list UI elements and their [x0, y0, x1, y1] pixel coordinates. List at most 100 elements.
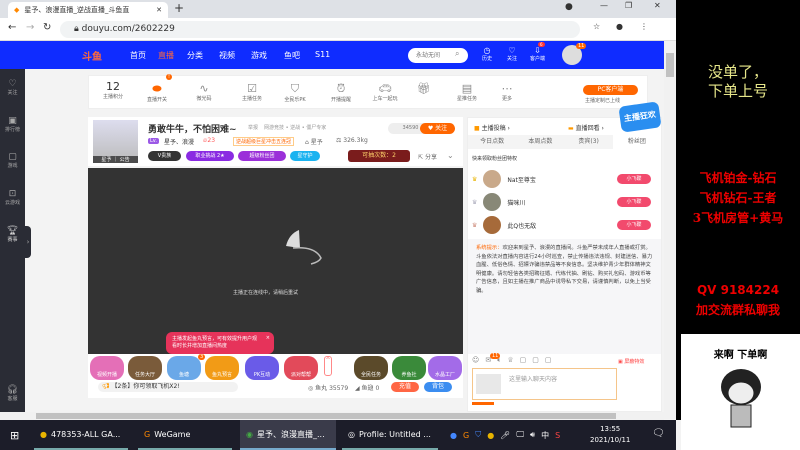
taskbar-app-obs[interactable]: ◎ Profile: Untitled ... — [342, 420, 438, 450]
challenge-badge[interactable]: 职业挑战 2★ — [186, 151, 234, 161]
scrollbar-thumb[interactable] — [666, 53, 674, 77]
lottery-chances[interactable]: 可抽次数：2 — [348, 150, 410, 162]
restore-icon[interactable]: ❐ — [625, 1, 632, 10]
tray-app-icon[interactable]: ● — [450, 431, 457, 440]
nav-category[interactable]: 分类 — [187, 50, 203, 61]
network-icon[interactable]: 🖵︎ — [516, 430, 524, 440]
rank-row[interactable]: ♛ 此Q也无敌 小飞碟 — [472, 214, 657, 236]
back-icon[interactable]: ← — [8, 22, 16, 33]
sidebar-item-games[interactable]: ▢ 游戏 — [0, 152, 25, 169]
streamer-posts-link[interactable]: ■ 主播投稿 › — [474, 123, 510, 132]
volume-icon[interactable]: 🔊︎ — [530, 430, 535, 440]
tray-shield-icon[interactable]: ⛉ — [475, 430, 481, 440]
chat-input[interactable]: 这里输入聊天内容 — [509, 374, 557, 383]
super-fan-badge[interactable]: 超级粉丝团 — [238, 151, 286, 161]
report-link[interactable]: 举报 — [248, 124, 258, 131]
share-button[interactable]: ⇱ 分享 — [418, 152, 437, 161]
nav-yuba[interactable]: 鱼吧 — [284, 50, 300, 61]
new-tab-button[interactable]: + — [174, 1, 184, 15]
expand-icon[interactable]: ⌄ — [447, 151, 454, 160]
gift-party[interactable]: 派对帮帮 — [284, 356, 318, 380]
tool-ride-together[interactable]: 🚗︎ 上车一起玩 — [365, 82, 405, 102]
tool-tasks[interactable]: ☑ 主播任务 — [232, 82, 272, 102]
client-button[interactable]: ⇩ 客户端 — [530, 46, 545, 62]
sidebar-item-ranking[interactable]: ▣ 排行榜 — [0, 116, 25, 133]
taskbar-app-game[interactable]: ● 478353-ALL GA... — [34, 420, 128, 450]
taskbar-app-wegame[interactable]: G WeGame — [138, 420, 232, 450]
gift-all-tasks[interactable]: 全民任务 — [354, 356, 388, 380]
tab-vip[interactable]: 贵宾(3) — [565, 135, 613, 149]
rank-row[interactable]: ♛ Nat至尊宝 小飞碟 — [472, 168, 657, 190]
guard-badge[interactable]: 星守护 — [290, 151, 320, 161]
history-button[interactable]: ◷ 历史 — [482, 46, 492, 62]
gift-prediction[interactable]: 鱼丸预言 — [205, 356, 239, 380]
taskbar-app-chrome[interactable]: ◉ 星予、浪漫直播_... — [240, 420, 336, 450]
gift-pk[interactable]: PK互动 — [245, 356, 279, 380]
backpack-button[interactable]: 背包 — [424, 382, 452, 392]
tray-wegame-icon[interactable]: G — [463, 431, 469, 440]
fan-badge-selector[interactable] — [476, 374, 501, 394]
corner-promo-badge[interactable]: 主播狂欢 — [618, 101, 662, 133]
rank-row[interactable]: ♛ 猫咪川 小飞碟 — [472, 191, 657, 213]
nav-games[interactable]: 游戏 — [251, 50, 267, 61]
nav-home[interactable]: 首页 — [130, 50, 146, 61]
sidebar-item-cloud-games[interactable]: ⊡ 云游戏 — [0, 189, 25, 206]
follow-streamer-button[interactable]: ♥ 关注 — [420, 123, 455, 134]
start-button[interactable]: ⊞ — [4, 420, 25, 450]
tab-fans[interactable]: 粉丝团 — [612, 135, 661, 149]
tab-week[interactable]: 本周点数 — [516, 135, 564, 149]
notifications-icon[interactable]: 🗨︎ — [652, 428, 665, 439]
replay-link[interactable]: ▬ 直播回看 › — [568, 123, 604, 132]
stream-category[interactable]: 网游竞技 • 逆战 • 僵尸专家 — [264, 124, 326, 131]
tool-pk[interactable]: ⛉ 全民乐PK — [275, 82, 315, 103]
video-player[interactable]: 主播正在连线中，请稍后重试 主播发起鱼丸预言，可有效提升用户观看时长并增加直播间… — [88, 168, 463, 354]
gift-task-hall[interactable]: 任务大厅 — [128, 356, 162, 380]
tool-more[interactable]: ⋯ 更多 — [487, 82, 527, 102]
gift-fish-club[interactable]: 养鱼社 — [392, 356, 426, 380]
emoji-icon[interactable]: ☺ — [472, 356, 479, 365]
url-input[interactable]: 🔒︎ douyu.com/2602229 — [60, 21, 580, 38]
forward-icon[interactable]: → — [26, 22, 34, 33]
account-icon[interactable]: ● — [616, 22, 623, 31]
tool-star-tasks[interactable]: ▤ 星推任务 — [447, 82, 487, 102]
block-effects-toggle[interactable]: ▣ 屏蔽特效 — [618, 358, 644, 365]
tool-live-switch[interactable]: ⬬ 直播开关 — [137, 82, 177, 103]
close-window-icon[interactable]: ✕ — [654, 1, 661, 10]
gift-video-live[interactable]: 视频开播 — [90, 356, 124, 380]
square-icon[interactable]: ▢ — [532, 356, 539, 365]
search-icon[interactable]: ⌕ — [455, 49, 459, 59]
broadcast-bar[interactable]: 📢︎ 【2条】你可领取飞机X2! — [98, 382, 238, 392]
profile-icon[interactable]: ● — [565, 2, 573, 12]
close-tooltip-icon[interactable]: × — [266, 335, 270, 341]
recharge-button[interactable]: 充值 — [391, 382, 419, 392]
clock[interactable]: 13:55 2021/10/11 — [590, 424, 630, 446]
horizontal-scrollbar[interactable] — [0, 412, 664, 420]
close-tab-icon[interactable]: ✕ — [156, 6, 162, 14]
sidebar-item-events[interactable]: 🏆︎ 赛事 — [0, 226, 25, 243]
streamer-avatar[interactable]: 星予 ｜ 公告 — [93, 120, 138, 163]
menu-icon[interactable]: ⋮ — [640, 22, 648, 31]
tool-micro-light[interactable]: ∿ 微光码 — [184, 82, 224, 102]
ime-indicator[interactable]: 中 — [541, 430, 549, 441]
chat-input-box[interactable]: 这里输入聊天内容 — [472, 368, 617, 400]
sidebar-item-support[interactable]: 🎧︎ 客服 — [0, 385, 25, 402]
gift-crystal-factory[interactable]: 水晶工厂 — [428, 356, 462, 380]
gift-scroll-up[interactable]: ^ — [324, 356, 332, 376]
gift-fish-pond[interactable]: 鱼塘 — [167, 356, 201, 380]
sidebar-expand-handle[interactable]: › — [25, 226, 31, 258]
square-icon[interactable]: ▢ — [520, 356, 527, 365]
browser-tab[interactable]: ◆ 星予、浪漫直播_逆战直播_斗鱼直 ✕ — [8, 2, 168, 18]
tray-owl-icon[interactable]: ● — [487, 431, 494, 440]
nav-s11[interactable]: S11 — [315, 50, 330, 59]
tool-reminder[interactable]: ⏰︎ 开播提醒 — [321, 82, 361, 103]
hscroll-thumb[interactable] — [36, 413, 616, 419]
bookmark-star-icon[interactable]: ☆ — [593, 22, 600, 31]
nav-video[interactable]: 视频 — [219, 50, 235, 61]
minimize-icon[interactable]: — — [600, 1, 608, 10]
crown-icon[interactable]: ♕ — [507, 356, 513, 365]
tool-gift[interactable]: 🎁︎ — [404, 82, 444, 95]
reload-icon[interactable]: ↻ — [43, 22, 51, 33]
fans-badge[interactable]: 逆战超级巨星冲击五连冠 — [233, 137, 295, 146]
follow-button[interactable]: ♡ 关注 — [507, 46, 517, 62]
tab-today[interactable]: 今日点数 — [468, 135, 516, 149]
